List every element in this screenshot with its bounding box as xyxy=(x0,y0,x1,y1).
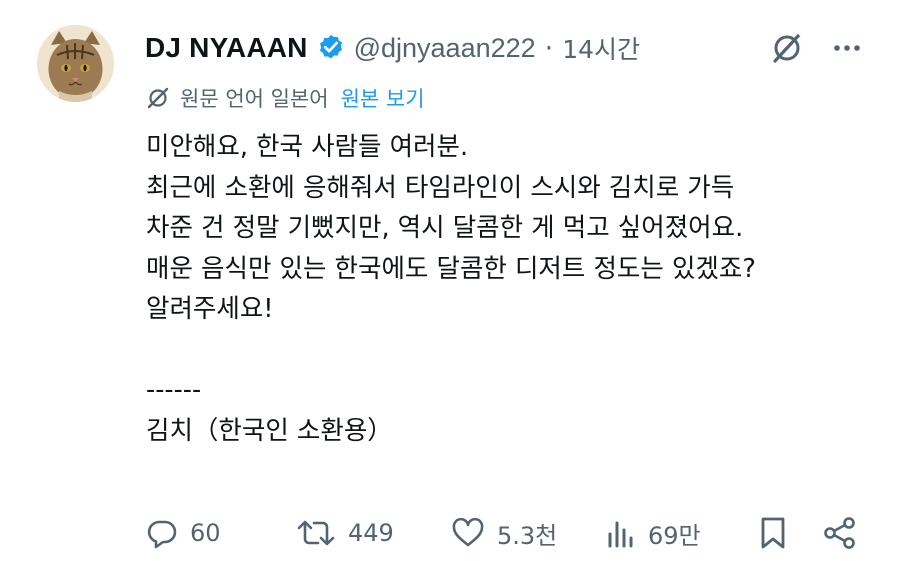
like-count: 5.3천 xyxy=(497,521,558,550)
timestamp[interactable]: 14시간 xyxy=(562,30,640,66)
body-line: ------ xyxy=(146,375,202,405)
action-bar: 60 449 5.3천 69만 xyxy=(146,510,866,556)
repost-button[interactable]: 449 xyxy=(296,510,394,556)
like-icon xyxy=(452,517,484,547)
avatar[interactable] xyxy=(37,25,114,102)
reply-icon xyxy=(147,520,177,549)
reply-button[interactable]: 60 xyxy=(146,510,221,556)
tweet-header: DJ NYAAAN @djnyaaan222 · 14시간 xyxy=(145,26,880,70)
bookmark-icon xyxy=(761,517,785,549)
separator-dot: · xyxy=(544,32,554,64)
body-line: 미안해요, 한국 사람들 여러분. xyxy=(146,132,469,162)
body-line: 차준 건 정말 기뻤지만, 역시 달콤한 게 먹고 싶어졌어요. xyxy=(146,213,744,243)
body-blank-line xyxy=(146,330,886,371)
bookmark-button[interactable] xyxy=(758,510,800,556)
translation-notice: 원문 언어 일본어 xyxy=(180,87,329,111)
tweet-body: 미안해요, 한국 사람들 여러분. 최근에 소환에 응해줘서 타임라인이 스시와… xyxy=(146,127,886,451)
translation-bar: 원문 언어 일본어 원본 보기 xyxy=(146,80,425,116)
more-icon[interactable] xyxy=(825,26,869,70)
body-line: 매운 음식만 있는 한국에도 달콤한 디저트 정도는 있겠죠? xyxy=(146,253,756,284)
body-line: 최근에 소환에 응해줘서 타임라인이 스시와 김치로 가득 xyxy=(146,172,735,203)
repost-icon xyxy=(297,520,335,546)
share-button[interactable] xyxy=(822,510,870,556)
body-line: 알려주세요! xyxy=(146,294,274,324)
views-count: 69만 xyxy=(648,521,701,550)
show-original-link[interactable]: 원본 보기 xyxy=(341,83,425,113)
views-button[interactable]: 69만 xyxy=(606,510,701,556)
display-name[interactable]: DJ NYAAAN xyxy=(145,32,308,64)
views-icon xyxy=(608,521,633,548)
repost-count: 449 xyxy=(348,519,394,547)
user-handle[interactable]: @djnyaaan222 xyxy=(354,33,536,64)
body-line: 김치（한국인 소환용） xyxy=(146,415,393,446)
translate-icon xyxy=(147,87,169,109)
like-button[interactable]: 5.3천 xyxy=(451,510,557,556)
cat-avatar-image xyxy=(37,25,114,102)
share-icon xyxy=(824,517,855,549)
grok-icon[interactable] xyxy=(765,26,809,70)
verified-badge-icon xyxy=(319,34,342,59)
reply-count: 60 xyxy=(190,519,221,547)
